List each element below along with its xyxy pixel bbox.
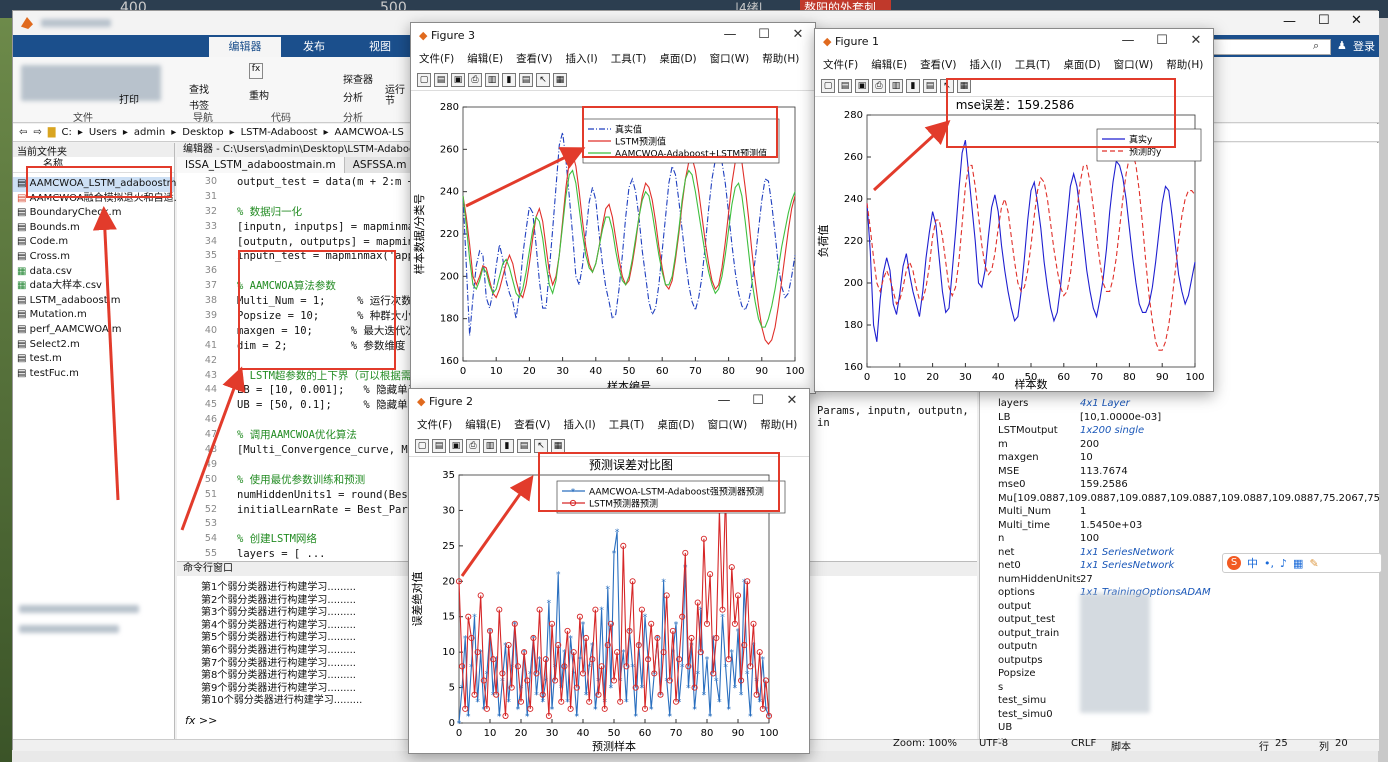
- annotation-arrows: [92, 119, 951, 577]
- arrow: [872, 119, 951, 192]
- arrow: [180, 366, 246, 531]
- arrow: [92, 206, 120, 501]
- arrow: [465, 147, 586, 208]
- arrow: [460, 475, 534, 577]
